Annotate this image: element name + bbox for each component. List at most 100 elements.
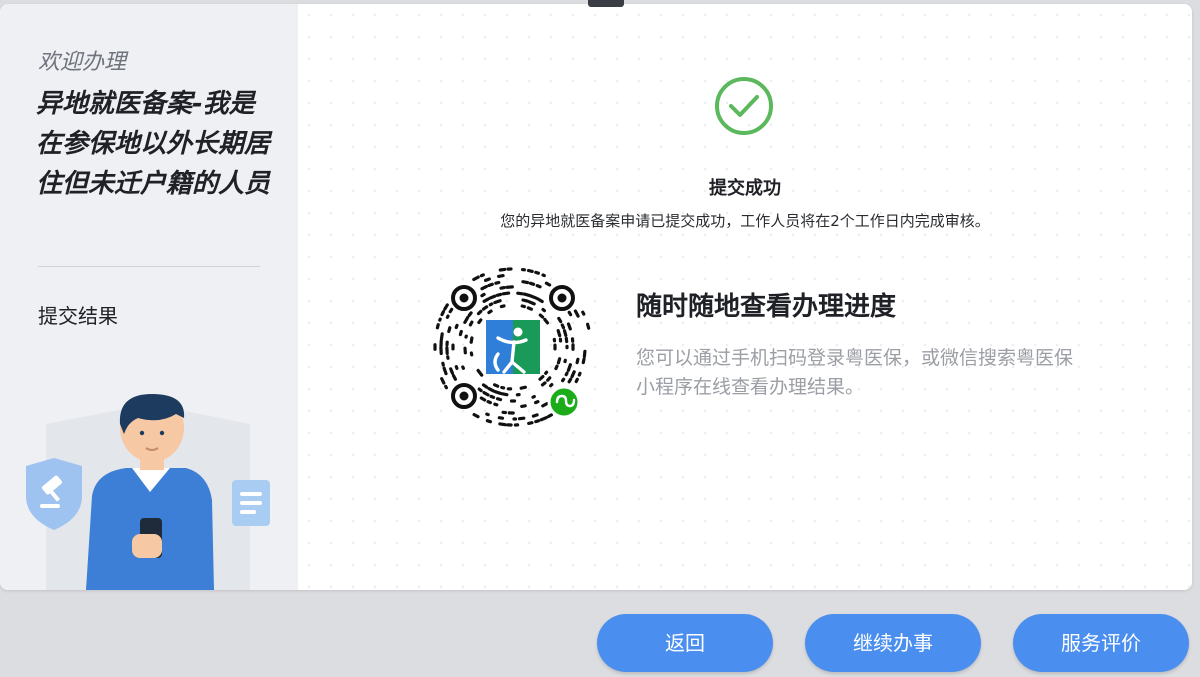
qr-module	[536, 297, 544, 304]
qr-module	[488, 302, 494, 307]
result-description: 您的异地就医备案申请已提交成功，工作人员将在2个工作日内完成审核。	[500, 212, 990, 230]
qr-module	[476, 309, 483, 316]
qr-module	[521, 298, 529, 303]
qr-module	[494, 280, 501, 285]
qr-module	[485, 412, 490, 417]
document-icon	[232, 480, 270, 526]
step-label: 提交结果	[38, 304, 118, 328]
qr-module	[468, 320, 474, 327]
progress-title: 随时随地查看办理进度	[636, 292, 897, 322]
qr-module	[487, 282, 494, 288]
qr-module	[564, 371, 569, 377]
content-card: 欢迎办理 异地就医备案-我是在参保地以外长期居住但未迁户籍的人员 提交结果 提交…	[0, 4, 1192, 590]
qr-module	[582, 349, 587, 359]
qr-module	[581, 357, 586, 365]
qr-module	[481, 305, 489, 311]
qr-module	[439, 332, 444, 342]
qr-module	[454, 364, 459, 371]
rate-service-button[interactable]: 服务评价	[1013, 614, 1189, 672]
qr-module	[541, 307, 547, 313]
qr-module	[527, 421, 534, 425]
qr-module	[495, 397, 503, 402]
qr-finder-bl	[451, 383, 477, 409]
qr-module	[477, 318, 483, 325]
qr-module	[498, 422, 507, 427]
qr-module	[486, 400, 493, 405]
qr-module	[548, 382, 554, 388]
qr-module	[527, 300, 536, 306]
qr-module	[534, 270, 541, 275]
qr-module	[498, 267, 507, 272]
qr-module	[533, 400, 540, 405]
welcome-label: 欢迎办理	[38, 50, 127, 75]
qr-module	[501, 291, 511, 296]
qr-module	[519, 385, 528, 390]
qr-module	[539, 416, 548, 422]
qr-finder-tl	[451, 285, 477, 311]
qr-module	[482, 297, 490, 303]
qr-module	[570, 370, 576, 379]
qr-module	[560, 323, 566, 330]
qr-code	[433, 267, 591, 427]
sidebar: 欢迎办理 异地就医备案-我是在参保地以外长期居住但未迁户籍的人员 提交结果	[0, 4, 298, 590]
qr-module	[454, 323, 459, 330]
qr-module	[538, 313, 545, 319]
qr-module	[447, 326, 452, 334]
qr-module	[444, 384, 448, 390]
qr-finder-tr	[549, 285, 575, 311]
qr-module	[520, 404, 527, 408]
qr-module	[541, 273, 546, 278]
qr-module	[483, 277, 491, 282]
qr-module	[499, 304, 506, 309]
qr-module	[440, 310, 445, 317]
qr-module	[495, 292, 503, 297]
qr-module	[526, 268, 534, 273]
qr-module	[521, 280, 530, 285]
qr-module	[556, 357, 562, 365]
app-logo	[483, 317, 543, 377]
service-title: 异地就医备案-我是在参保地以外长期居住但未迁户籍的人员	[36, 89, 271, 199]
qr-module	[535, 284, 542, 289]
qr-module	[445, 314, 450, 319]
qr-module	[488, 294, 497, 300]
qr-module	[482, 391, 490, 397]
qr-module	[461, 365, 466, 370]
qr-module	[567, 377, 573, 384]
user-illustration	[26, 394, 270, 590]
qr-module	[554, 364, 559, 371]
sidebar-divider	[38, 266, 260, 267]
qr-module	[435, 323, 440, 330]
qr-module	[562, 329, 568, 338]
qr-module	[480, 292, 486, 298]
qr-module	[500, 392, 509, 397]
qr-module	[522, 292, 532, 298]
qr-module	[531, 413, 539, 418]
qr-module	[480, 285, 488, 291]
qr-module	[526, 306, 534, 311]
qr-module	[493, 402, 499, 407]
qr-module	[546, 376, 552, 382]
qr-module	[476, 368, 484, 377]
qr-module	[481, 383, 489, 389]
continue-button[interactable]: 继续办事	[805, 614, 981, 672]
back-button[interactable]: 返回	[597, 614, 773, 672]
qr-module	[499, 286, 506, 290]
qr-module	[529, 294, 539, 300]
qr-module	[520, 304, 527, 309]
qr-module	[543, 317, 550, 325]
qr-module	[517, 416, 526, 421]
qr-module	[493, 299, 502, 305]
qr-module	[492, 383, 500, 388]
qr-module	[496, 274, 505, 278]
qr-module	[451, 373, 457, 381]
qr-module	[479, 273, 485, 278]
qr-module	[516, 291, 524, 296]
mini-program-icon	[547, 385, 581, 419]
progress-description: 您可以通过手机扫码登录粤医保，或微信搜索粤医保小程序在线查看办理结果。	[636, 347, 1074, 398]
qr-module	[531, 395, 536, 399]
qr-module	[541, 401, 549, 408]
qr-module	[538, 374, 545, 381]
qr-module	[540, 381, 547, 387]
qr-module	[573, 309, 580, 318]
qr-module	[544, 281, 552, 287]
